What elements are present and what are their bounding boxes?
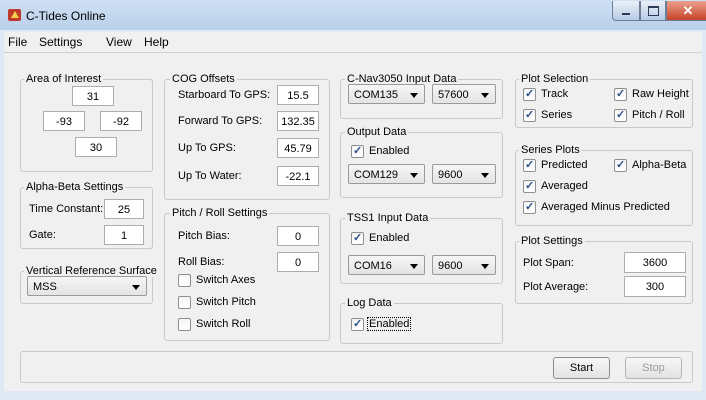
output-port-value: COM129 — [354, 169, 399, 181]
output-enabled-label: Enabled — [369, 145, 410, 157]
pitch-roll-plot-label: Pitch / Roll — [632, 109, 685, 121]
menu-view[interactable]: View — [106, 35, 132, 49]
roll-bias-field[interactable]: 0 — [277, 252, 319, 272]
cog-offsets-label: COG Offsets — [170, 73, 237, 85]
predicted-checkbox[interactable] — [523, 158, 536, 172]
chevron-down-icon — [410, 264, 418, 269]
chevron-down-icon — [481, 93, 489, 98]
track-label: Track — [541, 88, 569, 100]
plot-span-label: Plot Span: — [523, 257, 574, 269]
log-data-label: Log Data — [345, 297, 394, 309]
tss1-baud-value: 9600 — [438, 260, 463, 272]
tss1-enabled-label: Enabled — [369, 232, 410, 244]
switch-axes-checkbox[interactable] — [178, 274, 191, 287]
cnav-baud-select[interactable]: 57600 — [432, 84, 496, 104]
up-water-label: Up To Water: — [178, 170, 242, 182]
averaged-minus-predicted-checkbox[interactable] — [523, 200, 536, 214]
stop-button[interactable]: Stop — [625, 357, 682, 379]
roll-bias-label: Roll Bias: — [178, 256, 225, 268]
west-longitude-field[interactable]: -93 — [43, 111, 85, 131]
series-label: Series — [541, 109, 573, 121]
switch-roll-label: Switch Roll — [196, 318, 251, 330]
menu-settings[interactable]: Settings — [39, 35, 82, 49]
maximize-icon — [647, 5, 659, 16]
alpha-beta-plot-checkbox[interactable] — [614, 158, 627, 172]
pitch-roll-plot-checkbox[interactable] — [614, 108, 627, 122]
north-latitude-field[interactable]: 31 — [72, 86, 114, 106]
up-water-field[interactable]: -22.1 — [277, 166, 319, 186]
vertical-reference-select[interactable]: MSS — [27, 276, 147, 296]
gate-field[interactable]: 1 — [104, 225, 144, 245]
raw-height-label: Raw Height — [632, 88, 689, 100]
plot-span-field[interactable]: 3600 — [624, 252, 686, 273]
up-gps-label: Up To GPS: — [178, 142, 236, 154]
minimize-button[interactable] — [612, 1, 640, 21]
raw-height-checkbox[interactable] — [614, 87, 627, 101]
pitch-bias-field[interactable]: 0 — [277, 226, 319, 246]
track-checkbox[interactable] — [523, 87, 536, 101]
plot-average-field[interactable]: 300 — [624, 276, 686, 297]
forward-label: Forward To GPS: — [178, 115, 263, 127]
tss1-port-value: COM16 — [354, 260, 392, 272]
window-title: C-Tides Online — [26, 9, 106, 23]
tss1-baud-select[interactable]: 9600 — [432, 255, 496, 275]
alpha-beta-plot-label: Alpha-Beta — [632, 159, 687, 171]
menu-bar: File Settings View Help — [4, 32, 702, 52]
plot-settings-label: Plot Settings — [519, 235, 585, 247]
menu-help[interactable]: Help — [144, 35, 169, 49]
cnav-port-value: COM135 — [354, 89, 399, 101]
cnav-baud-value: 57600 — [438, 89, 469, 101]
log-enabled-label: Enabled — [367, 317, 412, 331]
tss1-input-label: TSS1 Input Data — [345, 212, 431, 224]
averaged-label: Averaged — [541, 180, 588, 192]
switch-axes-label: Switch Axes — [196, 274, 256, 286]
series-plots-label: Series Plots — [519, 144, 582, 156]
chevron-down-icon — [410, 173, 418, 178]
pitch-roll-label: Pitch / Roll Settings — [170, 207, 270, 219]
log-data-group — [340, 303, 503, 344]
switch-pitch-checkbox[interactable] — [178, 296, 191, 309]
output-baud-value: 9600 — [438, 169, 463, 181]
close-icon: ✕ — [682, 2, 694, 18]
chevron-down-icon — [481, 264, 489, 269]
starboard-label: Starboard To GPS: — [178, 89, 271, 101]
close-button[interactable]: ✕ — [666, 1, 706, 21]
chevron-down-icon — [410, 93, 418, 98]
chevron-down-icon — [481, 173, 489, 178]
log-enabled-checkbox[interactable] — [351, 317, 364, 331]
output-enabled-checkbox[interactable] — [351, 144, 364, 158]
plot-average-label: Plot Average: — [523, 281, 589, 293]
averaged-minus-predicted-label: Averaged Minus Predicted — [541, 201, 670, 213]
averaged-checkbox[interactable] — [523, 179, 536, 193]
minimize-icon — [622, 12, 630, 15]
time-constant-field[interactable]: 25 — [104, 199, 144, 219]
chevron-down-icon — [132, 285, 140, 290]
pitch-bias-label: Pitch Bias: — [178, 230, 230, 242]
output-port-select[interactable]: COM129 — [348, 164, 425, 184]
output-baud-select[interactable]: 9600 — [432, 164, 496, 184]
menu-file[interactable]: File — [8, 35, 27, 49]
tss1-enabled-checkbox[interactable] — [351, 231, 364, 245]
east-longitude-field[interactable]: -92 — [100, 111, 142, 131]
starboard-field[interactable]: 15.5 — [277, 85, 319, 105]
alpha-beta-label: Alpha-Beta Settings — [24, 181, 126, 193]
predicted-label: Predicted — [541, 159, 588, 171]
up-gps-field[interactable]: 45.79 — [277, 138, 319, 158]
series-checkbox[interactable] — [523, 108, 536, 122]
plot-selection-label: Plot Selection — [519, 73, 591, 85]
time-constant-label: Time Constant: — [29, 203, 104, 215]
maximize-button[interactable] — [640, 1, 666, 21]
start-button[interactable]: Start — [553, 357, 610, 379]
gate-label: Gate: — [29, 229, 56, 241]
area-of-interest-label: Area of Interest — [24, 73, 104, 85]
output-data-label: Output Data — [345, 126, 409, 138]
vertical-reference-value: MSS — [33, 281, 57, 293]
tss1-port-select[interactable]: COM16 — [348, 255, 425, 275]
switch-pitch-label: Switch Pitch — [196, 296, 256, 308]
switch-roll-checkbox[interactable] — [178, 318, 191, 331]
app-logo-icon — [8, 9, 21, 21]
south-latitude-field[interactable]: 30 — [75, 137, 117, 157]
cnav-port-select[interactable]: COM135 — [348, 84, 425, 104]
forward-field[interactable]: 132.35 — [277, 111, 319, 131]
